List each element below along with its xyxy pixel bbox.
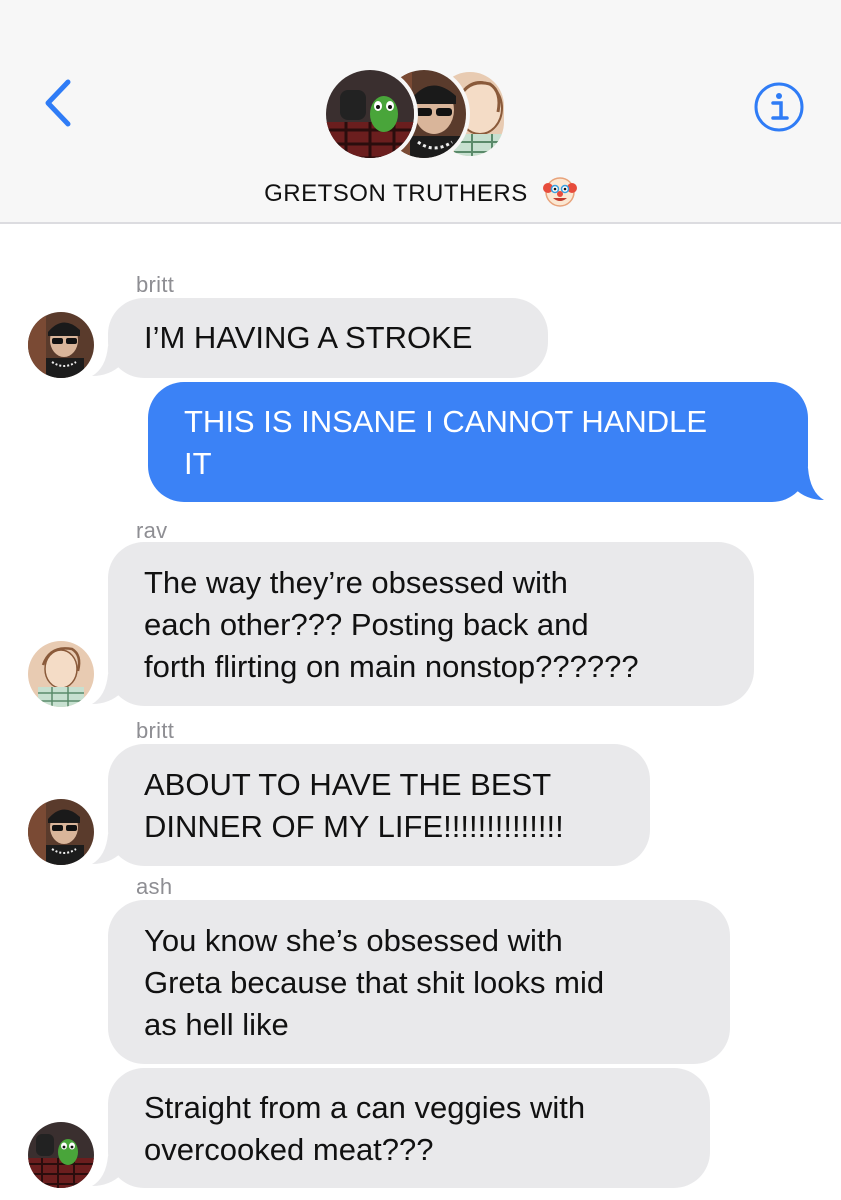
message-text: each other??? Posting back and (144, 607, 589, 642)
info-icon (754, 82, 804, 132)
message-bubble[interactable]: The way they’re obsessed with each other… (108, 542, 754, 706)
message-text: Straight from a can veggies with (144, 1090, 586, 1125)
message-bubble[interactable]: Straight from a can veggies with overcoo… (108, 1068, 710, 1188)
back-button[interactable] (38, 78, 82, 128)
group-name: GRETSON TRUTHERS (264, 179, 528, 207)
message-text: You know she’s obsessed with (144, 923, 563, 958)
message-bubble[interactable]: You know she’s obsessed with Greta becau… (108, 900, 730, 1064)
avatar-britt[interactable] (28, 799, 94, 865)
message-text: The way they’re obsessed with (144, 565, 568, 600)
sender-label: britt (136, 718, 175, 743)
message-text: DINNER OF MY LIFE!!!!!!!!!!!!!! (144, 809, 564, 844)
message-bubble[interactable]: I’M HAVING A STROKE (108, 298, 548, 378)
group-avatar-stack[interactable] (322, 66, 512, 162)
info-button[interactable] (752, 80, 806, 134)
clown-face-icon (542, 174, 577, 215)
message-text: THIS IS INSANE I CANNOT HANDLE (184, 404, 708, 439)
sender-label: rav (136, 518, 168, 543)
message-text: Greta because that shit looks mid (144, 965, 605, 1000)
message-text: overcooked meat??? (144, 1132, 434, 1167)
sender-label: britt (136, 272, 175, 297)
message-text: ABOUT TO HAVE THE BEST (144, 767, 552, 802)
message-text: I’M HAVING A STROKE (144, 320, 473, 355)
avatar-rav[interactable] (28, 641, 94, 707)
message-text: IT (184, 446, 212, 481)
message-text: forth flirting on main nonstop?????? (144, 649, 639, 684)
chevron-left-icon (45, 79, 71, 127)
avatar-britt[interactable] (28, 312, 94, 378)
sender-label: ash (136, 874, 173, 899)
avatar-ash[interactable] (28, 1122, 94, 1188)
message-bubble[interactable]: THIS IS INSANE I CANNOT HANDLE IT (148, 382, 808, 502)
conversation-header: GRETSON TRUTHERS (0, 0, 841, 224)
group-title[interactable]: GRETSON TRUTHERS (0, 174, 841, 215)
group-avatar-ash (322, 66, 418, 162)
message-bubble[interactable]: ABOUT TO HAVE THE BEST DINNER OF MY LIFE… (108, 744, 650, 866)
message-text: as hell like (144, 1007, 289, 1042)
